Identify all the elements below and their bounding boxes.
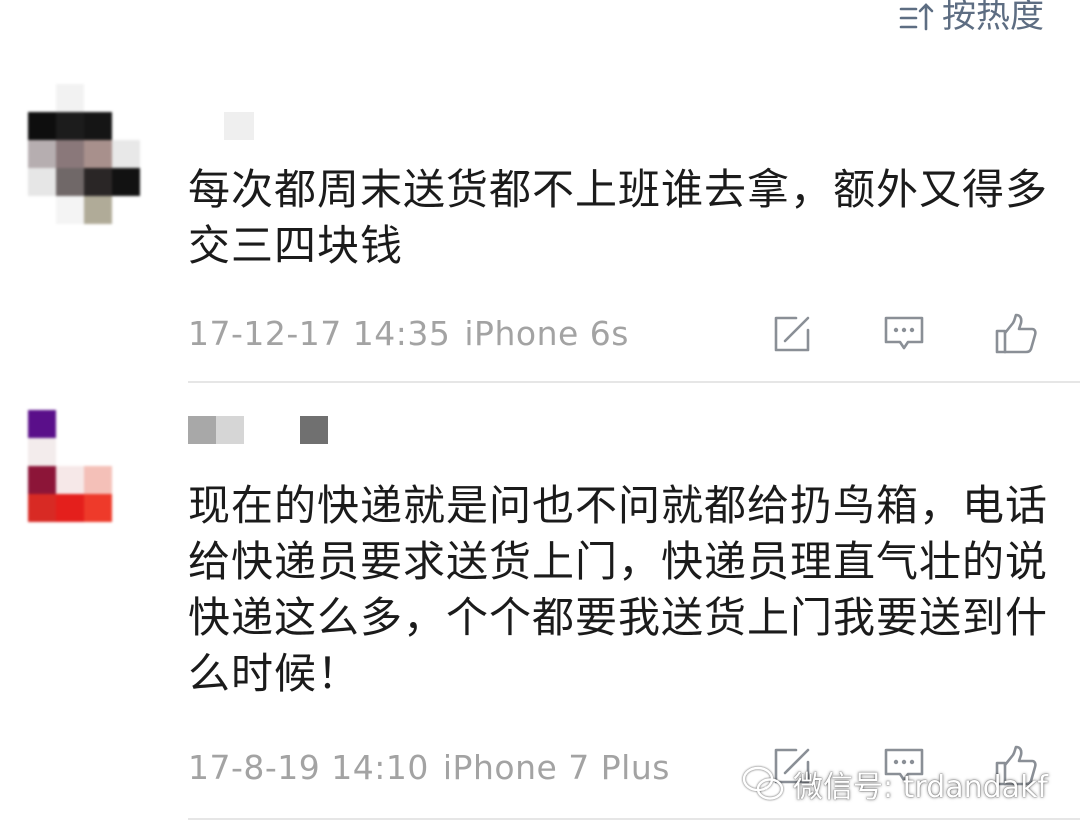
comment-item: 现在的快递就是问也不问就都给扔鸟箱，电话给快递员要求送货上门，快递员理直气壮的说… [0, 400, 1080, 820]
comment-meta: 17-12-17 14:35 iPhone 6s [188, 314, 629, 353]
avatar[interactable] [28, 410, 148, 550]
comment-actions [768, 310, 1040, 358]
comment-text: 每次都周末送货都不上班谁去拿，额外又得多交三四块钱 [188, 165, 1049, 270]
username[interactable] [188, 112, 254, 142]
username[interactable] [188, 416, 328, 446]
sort-label: 按热度 [942, 0, 1044, 36]
comment-device: iPhone 7 Plus [442, 748, 670, 787]
reply-button[interactable] [880, 310, 928, 358]
wechat-logo-icon [742, 766, 784, 800]
wechat-watermark: 微信号: trdandakf [741, 762, 1048, 806]
comment-divider [188, 381, 1080, 383]
watermark-label: 微信号: trdandakf [792, 770, 1048, 805]
like-button[interactable] [992, 310, 1040, 358]
sort-by-hot-button[interactable]: 按热度 [898, 0, 1044, 38]
comment-meta: 17-8-19 14:10 iPhone 7 Plus [188, 748, 670, 787]
comment-divider [188, 818, 1080, 820]
comment-item: 每次都周末送货都不上班谁去拿，额外又得多交三四块钱 17-12-17 14:35… [0, 80, 1080, 382]
repost-icon [774, 316, 810, 352]
reply-icon [884, 316, 924, 350]
comment-date: 17-12-17 14:35 [188, 314, 451, 353]
comment-date: 17-8-19 14:10 [188, 748, 429, 787]
repost-button[interactable] [768, 310, 816, 358]
comment-device: iPhone 6s [464, 314, 629, 353]
like-icon [995, 313, 1037, 354]
avatar[interactable] [28, 84, 148, 224]
sort-lines-arrow-icon [899, 3, 934, 31]
comment-text: 现在的快递就是问也不问就都给扔鸟箱，电话给快递员要求送货上门，快递员理直气壮的说… [188, 481, 1049, 698]
